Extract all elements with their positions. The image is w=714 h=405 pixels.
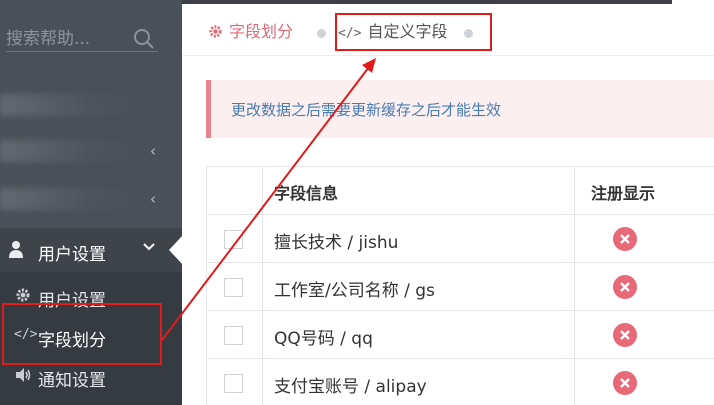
blurred-label xyxy=(0,140,150,162)
sidebar-search xyxy=(0,0,182,80)
gear-icon xyxy=(209,25,222,38)
user-icon xyxy=(9,241,23,258)
field-name: QQ号码 / qq xyxy=(274,329,373,349)
close-icon[interactable] xyxy=(613,371,637,395)
annotation-highlight-sidebar xyxy=(2,303,162,365)
header-register-cell: 注册显示 xyxy=(575,167,714,214)
header-name-cell: 字段信息 xyxy=(263,167,575,214)
table-row: 擅长技术 / jishu xyxy=(206,215,714,263)
sidebar-item-label: 通知设置 xyxy=(38,371,106,391)
tab-label: 字段划分 xyxy=(229,22,294,41)
blurred-label xyxy=(0,188,150,210)
table-header-row: 字段信息 注册显示 xyxy=(206,167,714,215)
fields-table: 字段信息 注册显示 擅长技术 / jishu 工作室/公司名称 / gs QQ号… xyxy=(206,166,714,405)
tab-field-division[interactable]: 字段划分 xyxy=(208,18,293,46)
sidebar-item-blurred[interactable]: ‹ xyxy=(0,132,182,172)
column-header-register: 注册显示 xyxy=(591,184,656,203)
close-icon[interactable] xyxy=(613,275,637,299)
row-checkbox[interactable] xyxy=(224,278,243,297)
gear-icon xyxy=(16,288,30,302)
topbar-strip xyxy=(182,0,672,4)
table-row: QQ号码 / qq xyxy=(206,311,714,359)
close-icon[interactable] xyxy=(613,227,637,251)
chevron-left-icon: ‹ xyxy=(150,142,156,160)
annotation-highlight-tab xyxy=(335,13,492,51)
row-checkbox[interactable] xyxy=(224,326,243,345)
volume-icon xyxy=(16,368,31,382)
field-name: 工作室/公司名称 / gs xyxy=(274,281,435,301)
sidebar-item-blurred[interactable] xyxy=(0,86,182,126)
close-icon[interactable] xyxy=(613,323,637,347)
tab-separator-dot xyxy=(317,29,326,38)
sidebar-item-user-settings[interactable]: 用户设置 xyxy=(0,228,183,272)
search-icon[interactable] xyxy=(133,28,155,50)
field-name: 支付宝账号 / alipay xyxy=(274,377,427,397)
sidebar-item-blurred[interactable]: ‹ xyxy=(0,180,182,220)
active-pointer xyxy=(169,235,183,265)
row-checkbox[interactable] xyxy=(224,374,243,393)
row-checkbox[interactable] xyxy=(224,230,243,249)
table-row: 工作室/公司名称 / gs xyxy=(206,263,714,311)
field-name: 擅长技术 / jishu xyxy=(274,233,399,253)
header-checkbox-cell xyxy=(206,167,263,214)
column-header-name: 字段信息 xyxy=(274,184,339,203)
main-content: 字段划分 </> 自定义字段 更改数据之后需要更新缓存之后才能生效 字段信息 注册… xyxy=(182,0,714,405)
table-row: 支付宝账号 / alipay xyxy=(206,359,714,405)
chevron-left-icon: ‹ xyxy=(150,190,156,208)
chevron-down-icon xyxy=(143,243,155,251)
info-alert: 更改数据之后需要更新缓存之后才能生效 xyxy=(206,80,714,138)
blurred-label xyxy=(0,94,150,116)
sidebar-group-label: 用户设置 xyxy=(38,245,106,265)
alert-text: 更改数据之后需要更新缓存之后才能生效 xyxy=(231,101,502,119)
